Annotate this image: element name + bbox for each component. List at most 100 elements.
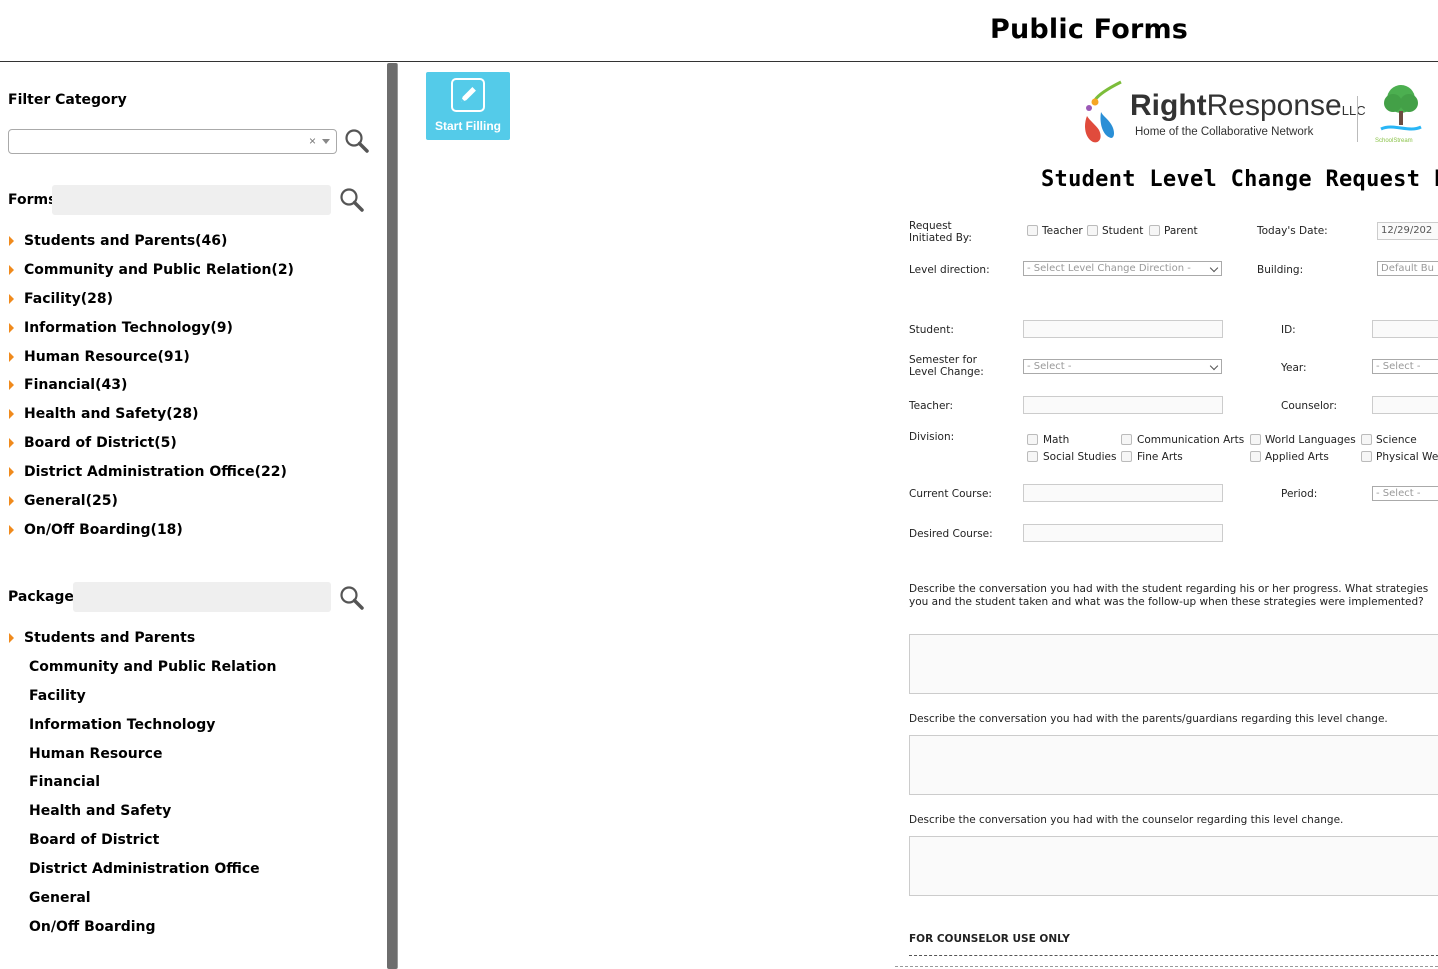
- package-item[interactable]: Information Technology: [8, 716, 276, 745]
- package-item[interactable]: Financial: [8, 773, 276, 802]
- math-checkbox[interactable]: [1027, 434, 1038, 445]
- applied-arts-checkbox[interactable]: [1250, 451, 1261, 462]
- expand-arrow-icon[interactable]: [9, 633, 14, 643]
- logo-tagline: Home of the Collaborative Network: [1135, 126, 1314, 138]
- parent-checkbox[interactable]: [1149, 225, 1160, 236]
- student-label: Student:: [909, 324, 954, 336]
- forms-label: Forms: [8, 192, 57, 208]
- year-select[interactable]: - Select -: [1372, 359, 1438, 374]
- category-item[interactable]: General(25): [8, 492, 294, 521]
- period-select[interactable]: - Select -: [1372, 486, 1438, 501]
- todays-date-input[interactable]: 12/29/202: [1377, 222, 1438, 240]
- expand-arrow-icon[interactable]: [9, 380, 14, 391]
- student-checkbox[interactable]: [1087, 225, 1098, 236]
- expand-arrow-icon[interactable]: [9, 409, 14, 420]
- clear-icon[interactable]: ×: [309, 134, 316, 148]
- expand-arrow-icon[interactable]: [9, 438, 14, 449]
- student-conversation-textarea[interactable]: [909, 634, 1438, 694]
- category-item[interactable]: Board of District(5): [8, 434, 294, 463]
- logo-wordmark: RightResponseLLC: [1130, 89, 1366, 122]
- pencil-icon: [451, 78, 485, 112]
- page-title: Public Forms: [990, 14, 1189, 45]
- category-item[interactable]: On/Off Boarding(18): [8, 521, 294, 550]
- social-studies-checkbox[interactable]: [1027, 451, 1038, 462]
- category-item[interactable]: District Administration Office(22): [8, 463, 294, 492]
- building-label: Building:: [1257, 264, 1304, 276]
- package-item[interactable]: Facility: [8, 687, 276, 716]
- social-studies-label: Social Studies: [1043, 451, 1117, 463]
- teacher-option-label: Teacher: [1042, 225, 1083, 237]
- forms-search-input[interactable]: [52, 185, 331, 215]
- expand-arrow-icon[interactable]: [9, 322, 14, 333]
- filter-category-select[interactable]: ×: [8, 129, 337, 154]
- level-direction-select[interactable]: - Select Level Change Direction -: [1023, 261, 1222, 276]
- counselor-conversation-textarea[interactable]: [909, 836, 1438, 896]
- package-item[interactable]: District Administration Office: [8, 860, 276, 889]
- schoolstream-label: SchoolStream: [1375, 138, 1413, 144]
- package-item[interactable]: Human Resource: [8, 745, 276, 774]
- student-conversation-question: Describe the conversation you had with t…: [909, 583, 1429, 608]
- category-item[interactable]: Facility(28): [8, 290, 294, 319]
- science-checkbox[interactable]: [1361, 434, 1372, 445]
- search-icon[interactable]: [339, 187, 365, 213]
- period-label: Period:: [1281, 488, 1318, 500]
- expand-arrow-icon[interactable]: [9, 351, 14, 362]
- initiated-by-label: Request Initiated By:: [909, 220, 972, 244]
- building-select[interactable]: Default Bu: [1377, 261, 1438, 276]
- expand-arrow-icon[interactable]: [9, 467, 14, 478]
- schoolstream-logo: [1380, 85, 1422, 131]
- expand-arrow-icon[interactable]: [9, 264, 14, 275]
- start-filling-button[interactable]: Start Filling: [426, 72, 510, 140]
- expand-arrow-icon[interactable]: [9, 496, 14, 507]
- expand-arrow-icon[interactable]: [9, 524, 14, 535]
- category-item[interactable]: Financial(43): [8, 376, 294, 405]
- chevron-down-icon[interactable]: [322, 139, 330, 144]
- expand-arrow-icon[interactable]: [9, 293, 14, 304]
- world-languages-checkbox[interactable]: [1250, 434, 1261, 445]
- physical-wellness-label: Physical We: [1376, 451, 1438, 463]
- package-item[interactable]: Board of District: [8, 831, 276, 860]
- current-course-input[interactable]: [1023, 484, 1223, 502]
- parent-conversation-textarea[interactable]: [909, 735, 1438, 795]
- packages-search-input[interactable]: [73, 582, 331, 612]
- counselor-conversation-question: Describe the conversation you had with t…: [909, 814, 1344, 826]
- world-languages-label: World Languages: [1265, 434, 1356, 446]
- package-item[interactable]: Community and Public Relation: [8, 658, 276, 687]
- forms-category-list: Students and Parents(46) Community and P…: [8, 232, 294, 550]
- page-break-line: [895, 966, 1438, 967]
- package-item[interactable]: Health and Safety: [8, 802, 276, 831]
- search-icon[interactable]: [339, 585, 365, 611]
- category-item[interactable]: Health and Safety(28): [8, 405, 294, 434]
- fine-arts-checkbox[interactable]: [1121, 451, 1132, 462]
- teacher-checkbox[interactable]: [1027, 225, 1038, 236]
- teacher-label: Teacher:: [909, 400, 954, 412]
- search-icon[interactable]: [344, 128, 370, 154]
- panel-resize-handle[interactable]: [387, 63, 398, 969]
- package-item[interactable]: Students and Parents: [8, 629, 276, 658]
- chevron-down-icon: [1209, 361, 1219, 371]
- student-option-label: Student: [1102, 225, 1144, 237]
- parent-conversation-question: Describe the conversation you had with t…: [909, 713, 1388, 725]
- desired-course-input[interactable]: [1023, 524, 1223, 542]
- page-header: Public Forms: [0, 0, 1438, 62]
- category-item[interactable]: Information Technology(9): [8, 319, 294, 348]
- student-input[interactable]: [1023, 320, 1223, 338]
- packages-list: Students and Parents Community and Publi…: [8, 629, 276, 947]
- expand-arrow-icon[interactable]: [9, 236, 14, 246]
- start-filling-label: Start Filling: [435, 119, 501, 133]
- form-preview: RightResponseLLC Home of the Collaborati…: [895, 63, 1438, 969]
- category-item[interactable]: Students and Parents(46): [8, 232, 294, 261]
- counselor-input[interactable]: [1372, 396, 1438, 414]
- communication-arts-checkbox[interactable]: [1121, 434, 1132, 445]
- physical-wellness-checkbox[interactable]: [1361, 451, 1372, 462]
- package-item[interactable]: General: [8, 889, 276, 918]
- teacher-input[interactable]: [1023, 396, 1223, 414]
- package-item[interactable]: On/Off Boarding: [8, 918, 276, 947]
- category-item[interactable]: Human Resource(91): [8, 348, 294, 377]
- category-item[interactable]: Community and Public Relation(2): [8, 261, 294, 290]
- semester-select[interactable]: - Select -: [1023, 359, 1222, 374]
- form-title: Student Level Change Request Fo: [1041, 167, 1438, 192]
- filter-category-label: Filter Category: [8, 92, 127, 108]
- id-label: ID:: [1281, 324, 1296, 336]
- id-input[interactable]: [1372, 320, 1438, 338]
